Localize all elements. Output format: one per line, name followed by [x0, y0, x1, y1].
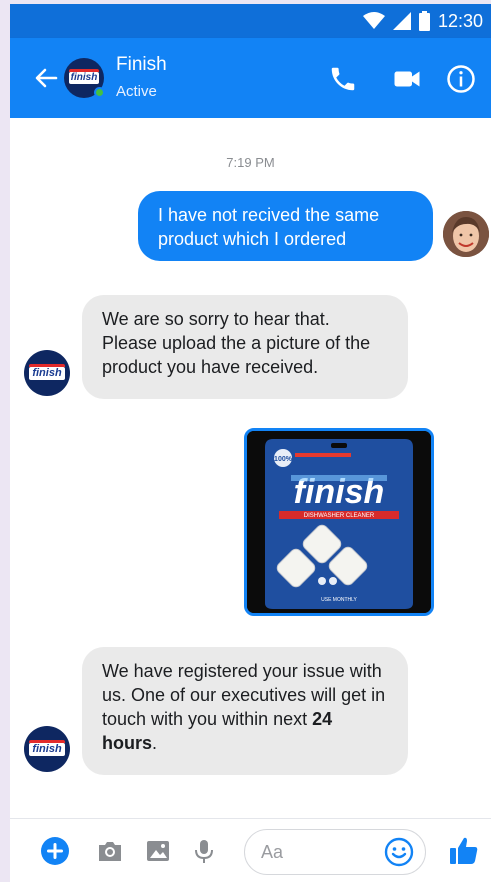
user-avatar — [443, 211, 489, 257]
info-icon[interactable] — [446, 64, 476, 94]
back-arrow-icon[interactable] — [34, 66, 58, 90]
contact-status: Active — [116, 83, 157, 100]
package-product-text: DISHWASHER CLEANER — [304, 513, 375, 519]
status-time: 12:30 — [437, 10, 483, 31]
battery-icon — [418, 11, 430, 31]
message-text: We have registered your issue with us. O… — [102, 661, 386, 729]
messenger-screen: 12:30 finish Finish Active 7:19 PM I hav… — [10, 4, 491, 882]
incoming-message-bubble[interactable]: We are so sorry to hear that. Please upl… — [82, 295, 408, 399]
contact-name[interactable]: Finish — [116, 54, 167, 76]
contact-avatar[interactable]: finish — [64, 58, 105, 98]
outgoing-message-bubble[interactable]: I have not recived the same product whic… — [138, 191, 433, 261]
phone-call-icon[interactable] — [328, 64, 358, 94]
camera-icon[interactable] — [96, 837, 124, 865]
microphone-icon[interactable] — [190, 837, 218, 865]
incoming-message-bubble[interactable]: We have registered your issue with us. O… — [82, 647, 408, 775]
finish-logo: finish — [29, 364, 65, 380]
message-text-end: . — [152, 733, 158, 753]
badge-text: 100% — [274, 456, 293, 463]
message-timestamp: 7:19 PM — [226, 155, 275, 170]
status-bar: 12:30 — [10, 4, 491, 38]
finish-logo: finish — [29, 740, 65, 756]
wifi-icon — [362, 12, 385, 29]
message-thread[interactable]: 7:19 PM I have not recived the same prod… — [10, 118, 491, 818]
dishwasher-cleaner-package-photo: 100% finish DISHWASHER CLEANER USE MONTH… — [247, 431, 431, 613]
finish-sender-avatar: finish — [24, 726, 70, 772]
gallery-image-icon[interactable] — [144, 837, 172, 865]
chat-header: finish Finish Active — [10, 38, 491, 118]
video-call-icon[interactable] — [392, 64, 422, 94]
product-photo-message[interactable]: 100% finish DISHWASHER CLEANER USE MONTH… — [244, 428, 434, 616]
plus-circle-icon[interactable] — [40, 836, 70, 866]
finish-sender-avatar: finish — [24, 350, 70, 396]
cellular-signal-icon — [392, 12, 411, 30]
package-footer-text: USE MONTHLY — [321, 597, 357, 603]
online-indicator — [94, 87, 105, 98]
finish-logo: finish — [69, 69, 99, 84]
emoji-smiley-icon[interactable] — [384, 837, 414, 867]
message-composer — [10, 818, 491, 882]
thumbs-up-icon[interactable] — [448, 835, 480, 867]
